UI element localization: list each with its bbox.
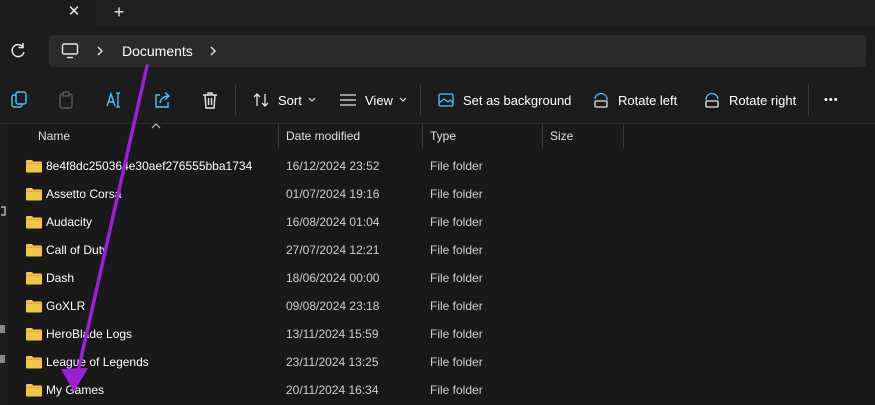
folder-icon [26, 300, 42, 313]
sort-icon [253, 93, 269, 107]
picture-icon [438, 93, 454, 107]
navigation-pane-edge[interactable] [0, 124, 8, 405]
list-item[interactable]: League of Legends 23/11/2024 13:25 File … [8, 349, 875, 377]
command-bar: Sort View Set as background Rotate left [0, 76, 875, 124]
file-name: Audacity [46, 215, 93, 229]
sort-button[interactable]: Sort [252, 88, 324, 112]
folder-icon [26, 328, 42, 341]
file-name: 8e4f8dc250364e30aef276555bba1734 [46, 159, 253, 173]
file-type: File folder [430, 271, 483, 285]
file-name: Assetto Corsa [46, 187, 122, 201]
paste-icon[interactable] [56, 90, 76, 110]
rotate-right-button[interactable]: Rotate right [703, 88, 796, 112]
nav-glyph-icon [1, 206, 6, 216]
file-type: File folder [430, 159, 483, 173]
file-date: 09/08/2024 23:18 [286, 299, 380, 313]
folder-icon [26, 384, 42, 397]
column-header-type[interactable]: Type [430, 124, 456, 150]
breadcrumb-documents[interactable]: Documents [122, 42, 193, 60]
file-date: 27/07/2024 12:21 [286, 243, 380, 257]
chevron-down-icon [399, 97, 407, 102]
folder-icon [26, 216, 42, 229]
file-name: League of Legends [46, 355, 149, 369]
list-item[interactable]: Dash 18/06/2024 00:00 File folder [8, 265, 875, 293]
file-name: Dash [46, 271, 75, 285]
set-as-background-label: Set as background [463, 92, 572, 108]
more-options-button[interactable]: ••• [824, 88, 839, 112]
rotate-left-button[interactable]: Rotate left [592, 88, 677, 112]
nav-glyph-icon [0, 325, 5, 333]
view-label: View [365, 92, 393, 108]
list-item[interactable]: Call of Duty 27/07/2024 12:21 File folde… [8, 237, 875, 265]
trash-icon[interactable] [200, 90, 220, 110]
view-button[interactable]: View [339, 88, 415, 112]
file-type: File folder [430, 383, 483, 397]
rotate-right-icon [705, 92, 719, 108]
file-date: 16/08/2024 01:04 [286, 215, 380, 229]
file-type: File folder [430, 243, 483, 257]
rotate-left-icon [594, 92, 608, 108]
column-divider[interactable] [623, 124, 624, 148]
list-item[interactable]: Assetto Corsa 01/07/2024 19:16 File fold… [8, 181, 875, 209]
share-icon[interactable] [152, 90, 172, 110]
column-header-date[interactable]: Date modified [286, 124, 360, 150]
folder-icon [26, 160, 42, 173]
column-divider[interactable] [542, 124, 543, 148]
chevron-right-icon[interactable] [207, 43, 219, 59]
monitor-icon[interactable] [61, 42, 79, 60]
address-row: Documents [0, 26, 875, 76]
sort-label: Sort [278, 92, 302, 108]
list-item[interactable]: My Games 20/11/2024 16:34 File folder [8, 377, 875, 405]
folder-icon [26, 244, 42, 257]
rotate-left-label: Rotate left [618, 92, 678, 108]
toolbar-divider [235, 84, 236, 116]
file-name: GoXLR [46, 299, 86, 313]
toolbar-divider [808, 84, 809, 116]
file-type: File folder [430, 187, 483, 201]
list-item[interactable]: HeroBlade Logs 13/11/2024 15:59 File fol… [8, 321, 875, 349]
file-name: HeroBlade Logs [46, 327, 133, 341]
file-type: File folder [430, 327, 483, 341]
rotate-right-label: Rotate right [729, 92, 797, 108]
nav-glyph-icon [0, 355, 5, 363]
file-type: File folder [430, 299, 483, 313]
rename-icon[interactable] [104, 90, 124, 110]
file-date: 23/11/2024 13:25 [286, 355, 379, 369]
column-header-size[interactable]: Size [550, 124, 573, 150]
file-date: 16/12/2024 23:52 [286, 159, 380, 173]
file-type: File folder [430, 355, 483, 369]
list-item[interactable]: 8e4f8dc250364e30aef276555bba1734 16/12/2… [8, 153, 875, 181]
folder-icon [26, 356, 42, 369]
file-name: My Games [46, 383, 105, 397]
toolbar-divider [420, 84, 421, 116]
file-name: Call of Duty [46, 243, 109, 257]
tab-strip [96, 0, 875, 26]
file-date: 18/06/2024 00:00 [286, 271, 380, 285]
set-as-background-button[interactable]: Set as background [437, 88, 571, 112]
file-date: 01/07/2024 19:16 [286, 187, 380, 201]
chevron-down-icon [308, 97, 316, 102]
list-item[interactable]: GoXLR 09/08/2024 23:18 File folder [8, 293, 875, 321]
copy-icon[interactable] [9, 90, 29, 110]
new-tab-plus-icon[interactable]: + [108, 2, 130, 22]
list-item[interactable]: Audacity 16/08/2024 01:04 File folder [8, 209, 875, 237]
file-date: 13/11/2024 15:59 [286, 327, 379, 341]
address-bar[interactable]: Documents [49, 35, 866, 67]
column-header-name[interactable]: Name [38, 124, 70, 150]
file-type: File folder [430, 215, 483, 229]
sort-ascending-caret-icon [151, 123, 161, 129]
file-date: 20/11/2024 16:34 [286, 383, 379, 397]
tab-bar: ✕ + [0, 0, 875, 26]
folder-icon [26, 188, 42, 201]
column-divider[interactable] [422, 124, 423, 148]
column-divider[interactable] [278, 124, 279, 148]
chevron-right-icon[interactable] [94, 43, 106, 59]
close-icon[interactable]: ✕ [64, 2, 84, 22]
refresh-icon[interactable] [8, 41, 28, 61]
column-headers: Name Date modified Type Size [8, 123, 875, 150]
view-icon [340, 94, 356, 106]
folder-icon [26, 272, 42, 285]
